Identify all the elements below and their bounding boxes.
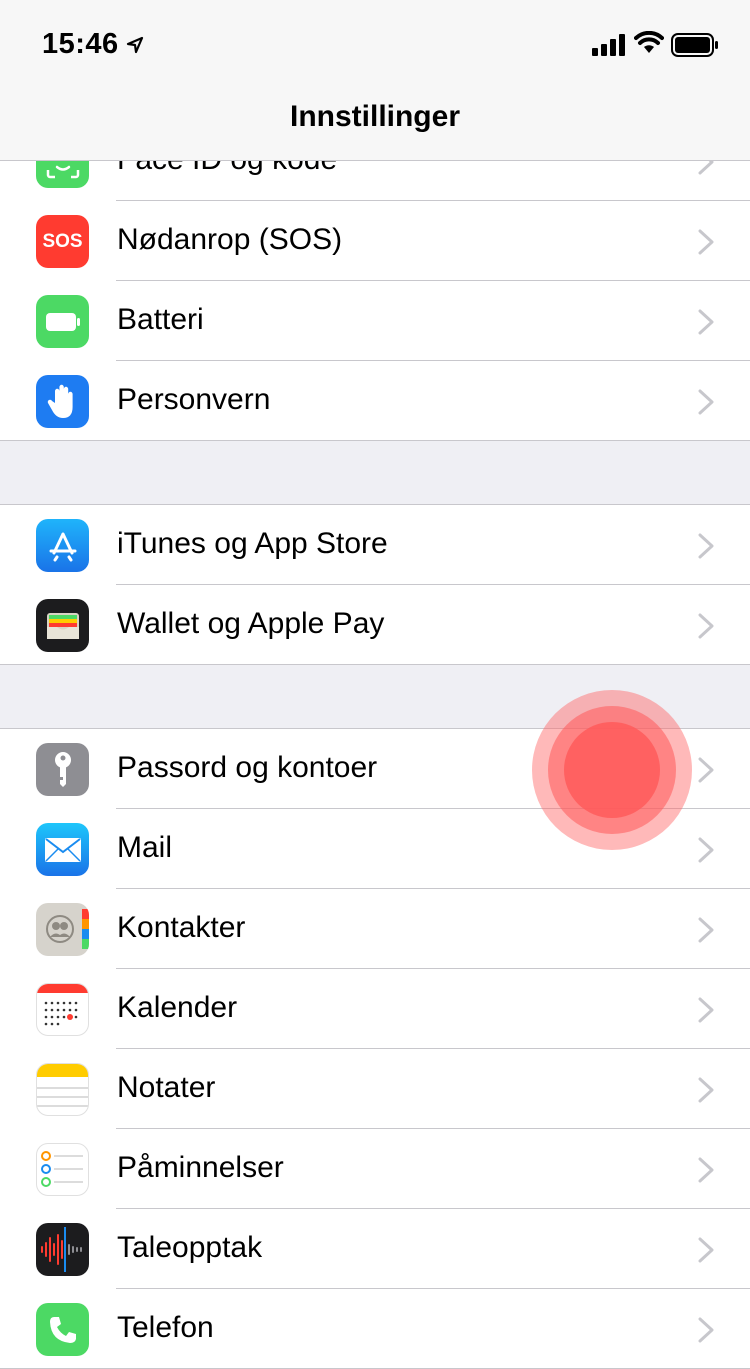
chevron-right-icon: [698, 997, 714, 1023]
settings-row-reminders[interactable]: Påminnelser: [0, 1129, 750, 1209]
settings-row-notes[interactable]: Notater: [0, 1049, 750, 1129]
navigation-bar: 15:46 Innstillinger: [0, 0, 750, 161]
page-title: Innstillinger: [289, 100, 460, 133]
settings-group-security: Face ID og kode SOS Nødanrop (SOS) Batte…: [0, 120, 750, 441]
chevron-right-icon: [698, 1157, 714, 1183]
settings-row-label: Kontakter: [117, 911, 246, 944]
sos-icon: SOS: [36, 215, 89, 268]
status-time: 15:46: [42, 28, 119, 60]
voice-memos-icon: [36, 1223, 89, 1276]
settings-row-voice-memos[interactable]: Taleopptak: [0, 1209, 750, 1289]
mail-icon: [36, 823, 89, 876]
hand-icon: [36, 375, 89, 428]
chevron-right-icon: [698, 757, 714, 783]
settings-row-privacy[interactable]: Personvern: [0, 361, 750, 440]
chevron-right-icon: [698, 1317, 714, 1343]
chevron-right-icon: [698, 533, 714, 559]
settings-row-label: Telefon: [117, 1311, 214, 1344]
cellular-signal-icon: [592, 34, 625, 56]
settings-row-label: iTunes og App Store: [117, 527, 388, 560]
settings-row-label: Passord og kontoer: [117, 751, 378, 784]
settings-row-battery[interactable]: Batteri: [0, 281, 750, 361]
reminders-icon: [36, 1143, 89, 1196]
phone-icon: [36, 1303, 89, 1356]
chevron-right-icon: [698, 613, 714, 639]
battery-icon: [671, 33, 718, 57]
settings-row-label: Personvern: [117, 383, 271, 416]
chevron-right-icon: [698, 917, 714, 943]
settings-row-label: Påminnelser: [117, 1151, 284, 1184]
settings-row-calendar[interactable]: Kalender: [0, 969, 750, 1049]
chevron-right-icon: [698, 309, 714, 335]
notes-icon: [36, 1063, 89, 1116]
key-icon: [36, 743, 89, 796]
app-store-icon: [36, 519, 89, 572]
settings-row-label: Nødanrop (SOS): [117, 223, 343, 256]
settings-row-label: Batteri: [117, 303, 204, 336]
chevron-right-icon: [698, 1237, 714, 1263]
settings-row-wallet[interactable]: Wallet og Apple Pay: [0, 585, 750, 664]
settings-row-label: Kalender: [117, 991, 238, 1024]
settings-row-phone[interactable]: Telefon: [0, 1289, 750, 1368]
settings-row-label: Mail: [117, 831, 173, 864]
settings-row-label: Taleopptak: [117, 1231, 263, 1264]
wallet-icon: [36, 599, 89, 652]
settings-group-store: iTunes og App Store Wallet og Apple Pay: [0, 504, 750, 665]
chevron-right-icon: [698, 837, 714, 863]
settings-row-sos[interactable]: SOS Nødanrop (SOS): [0, 201, 750, 281]
chevron-right-icon: [698, 1077, 714, 1103]
location-arrow-icon: [126, 36, 144, 54]
settings-row-app-store[interactable]: iTunes og App Store: [0, 505, 750, 585]
contacts-icon: [36, 903, 89, 956]
wifi-icon: [634, 31, 664, 53]
settings-row-label: Notater: [117, 1071, 216, 1104]
calendar-icon: [36, 983, 89, 1036]
chevron-right-icon: [698, 389, 714, 415]
chevron-right-icon: [698, 229, 714, 255]
settings-row-contacts[interactable]: Kontakter: [0, 889, 750, 969]
settings-row-label: Wallet og Apple Pay: [117, 607, 385, 640]
touch-indicator-core: [564, 722, 660, 818]
battery-settings-icon: [36, 295, 89, 348]
